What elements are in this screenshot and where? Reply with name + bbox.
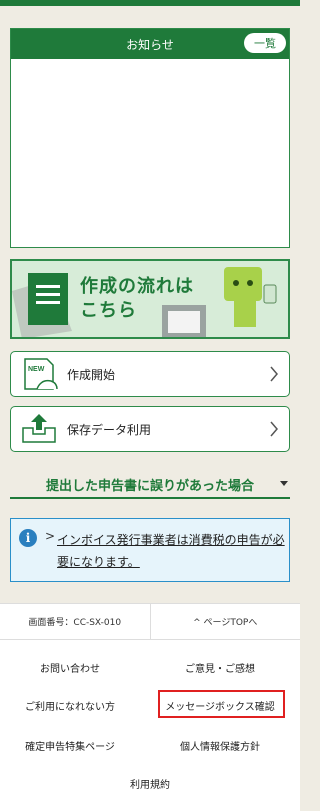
inquiry-link[interactable]: お問い合わせ — [0, 660, 140, 675]
banner-line-1: 作成の流れは — [80, 276, 194, 297]
start-creation-label: 作成開始 — [67, 367, 116, 382]
banner-title: 作成の流れは こちら — [80, 275, 194, 323]
privacy-policy-link[interactable]: 個人情報保護方針 — [150, 738, 290, 753]
message-box-highlight — [158, 690, 285, 718]
footer: 画面番号：CC-SX-010 ^ ページTOPへ お問い合わせ ご意見・ご感想 … — [0, 603, 300, 811]
caret-down-icon — [280, 481, 288, 486]
feedback-link[interactable]: ご意見・ご感想 — [150, 660, 290, 675]
svg-text:NEW: NEW — [28, 366, 45, 373]
notice-panel: お知らせ 一覧 — [10, 28, 290, 248]
filing-mistake-title: 提出した申告書に誤りがあった場合 — [45, 478, 254, 494]
creation-flow-banner[interactable]: 作成の流れは こちら — [10, 259, 290, 339]
chevron-right-icon — [270, 421, 278, 437]
footer-top-row: 画面番号：CC-SX-010 ^ ページTOPへ — [0, 604, 300, 640]
notice-title: お知らせ — [126, 37, 174, 52]
chevron-right-icon: > — [45, 529, 56, 543]
use-saved-data-label: 保存データ利用 — [67, 422, 152, 437]
info-icon: i — [19, 529, 37, 547]
upload-tray-icon — [11, 407, 67, 451]
terms-of-use-link[interactable]: 利用規約 — [80, 776, 220, 791]
filing-mistake-toggle[interactable]: 提出した申告書に誤りがあった場合 — [10, 471, 290, 499]
page-top-link[interactable]: ^ ページTOPへ — [151, 604, 301, 639]
top-accent-bar — [0, 0, 300, 6]
special-page-link[interactable]: 確定申告特集ページ — [0, 738, 140, 753]
notice-header: お知らせ 一覧 — [11, 29, 289, 59]
unavailable-users-link[interactable]: ご利用になれない方 — [0, 698, 140, 713]
screen-number: 画面番号：CC-SX-010 — [0, 604, 151, 639]
new-document-hand-icon: NEW — [11, 352, 67, 396]
use-saved-data-button[interactable]: 保存データ利用 — [10, 406, 290, 452]
notice-list-button[interactable]: 一覧 — [244, 33, 286, 53]
chevron-right-icon — [270, 366, 278, 382]
banner-line-2: こちら — [80, 300, 137, 321]
invoice-info-box: i > インボイス発行事業者は消費税の申告が必要になります。 — [10, 518, 290, 582]
start-creation-button[interactable]: NEW 作成開始 — [10, 351, 290, 397]
invoice-info-link[interactable]: インボイス発行事業者は消費税の申告が必要になります。 — [57, 529, 285, 573]
